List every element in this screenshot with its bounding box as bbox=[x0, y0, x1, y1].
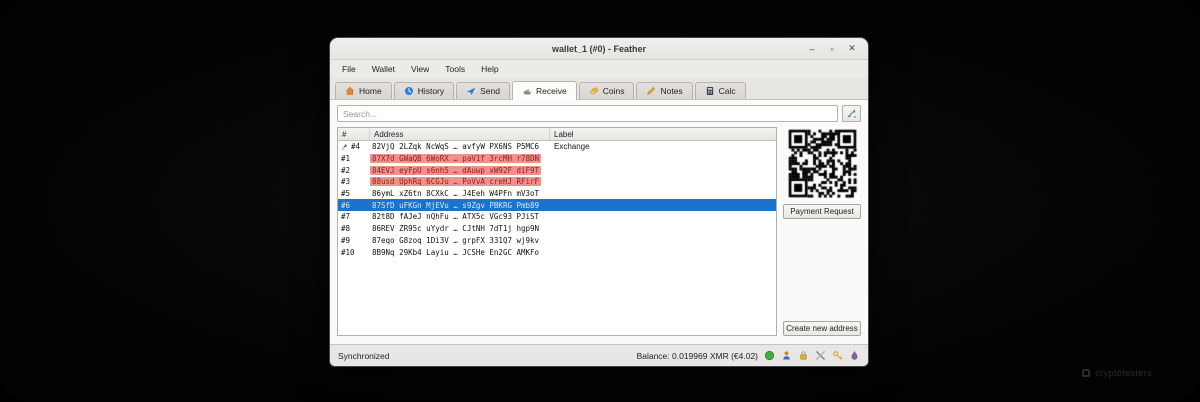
qr-code bbox=[786, 127, 859, 200]
label-cell: Exchange bbox=[550, 142, 776, 151]
menu-wallet[interactable]: Wallet bbox=[364, 62, 403, 76]
address-row[interactable]: #1 87X7d GWaQB 6WoRX … paV1f 3rcMH r78DN bbox=[338, 153, 776, 165]
address-index: #5 bbox=[341, 189, 350, 198]
header-address[interactable]: Address bbox=[370, 128, 550, 140]
menu-tools[interactable]: Tools bbox=[437, 62, 473, 76]
receive-main: # Address Label #4 82VjQ 2LZqk NcWqS … a… bbox=[337, 127, 861, 336]
account-icon[interactable] bbox=[781, 350, 792, 361]
address-row[interactable]: #5 86ymL xZ6tn 8CXkC … J4Eeh W4PFn mV3oT bbox=[338, 188, 776, 200]
home-icon bbox=[345, 86, 355, 96]
menu-help[interactable]: Help bbox=[473, 62, 506, 76]
receive-icon bbox=[522, 86, 532, 96]
address-cell: 87eqo G8zoq 1Di3V … grpFX 331Q7 wj9kv bbox=[370, 236, 550, 245]
sync-status: Synchronized bbox=[338, 351, 390, 361]
history-icon bbox=[404, 86, 414, 96]
address-cell: 87SfD uFKGn MjEVu … s9Zgv PBKRG Pmb89 bbox=[370, 201, 550, 210]
menu-view[interactable]: View bbox=[403, 62, 437, 76]
address-row-selected[interactable]: #6 87SfD uFKGn MjEVu … s9Zgv PBKRG Pmb89 bbox=[338, 199, 776, 211]
tab-notes[interactable]: Notes bbox=[636, 82, 692, 99]
address-row[interactable]: #10 8B9Nq 29Kb4 Layiu … JCSHe En2GC AMKF… bbox=[338, 246, 776, 258]
minimize-button[interactable]: – bbox=[804, 42, 820, 56]
address-index: #1 bbox=[341, 154, 350, 163]
address-cell: 8B9Nq 29Kb4 Layiu … JCSHe En2GC AMKFo bbox=[370, 248, 550, 257]
address-row[interactable]: #2 84EVJ eyFpU s6nh5 … dAuwp xW92F diF9T bbox=[338, 164, 776, 176]
address-cell: 82t8D fAJeJ nQhFu … ATX5c VGc93 PJiST bbox=[370, 212, 550, 221]
address-row[interactable]: #7 82t8D fAJeJ nQhFu … ATX5c VGc93 PJiST bbox=[338, 211, 776, 223]
address-index: #6 bbox=[341, 201, 350, 210]
notes-icon bbox=[646, 86, 656, 96]
address-cell: 82VjQ 2LZqk NcWqS … avfyW PX6NS P5MC6 bbox=[370, 142, 550, 151]
tools-icon[interactable] bbox=[815, 350, 826, 361]
qr-panel: Payment Request Create new address bbox=[783, 127, 861, 336]
address-index: #10 bbox=[341, 248, 355, 257]
window-controls: – ▫ ✕ bbox=[804, 42, 868, 56]
tab-send[interactable]: Send bbox=[456, 82, 510, 99]
address-row[interactable]: #4 82VjQ 2LZqk NcWqS … avfyW PX6NS P5MC6… bbox=[338, 141, 776, 153]
table-header: # Address Label bbox=[338, 128, 776, 141]
tor-onion-icon[interactable] bbox=[849, 350, 860, 361]
header-label[interactable]: Label bbox=[550, 128, 776, 140]
lock-icon[interactable] bbox=[798, 350, 809, 361]
tab-home[interactable]: Home bbox=[335, 82, 392, 99]
address-index: #4 bbox=[351, 142, 360, 151]
adjust-icon bbox=[846, 108, 857, 119]
watermark-text: cryptotesters bbox=[1095, 368, 1152, 378]
coins-icon bbox=[589, 86, 599, 96]
close-button[interactable]: ✕ bbox=[844, 42, 860, 56]
statusbar: Synchronized Balance: 0.019969 XMR (€4.0… bbox=[330, 344, 868, 366]
create-new-address-button[interactable]: Create new address bbox=[783, 321, 861, 336]
send-icon bbox=[466, 86, 476, 96]
receive-page: # Address Label #4 82VjQ 2LZqk NcWqS … a… bbox=[330, 100, 868, 344]
search-input[interactable] bbox=[337, 105, 838, 122]
address-index: #7 bbox=[341, 212, 350, 221]
window-title: wallet_1 (#0) - Feather bbox=[330, 44, 868, 54]
search-row bbox=[337, 105, 861, 122]
maximize-button[interactable]: ▫ bbox=[824, 42, 840, 56]
tabbar: Home History Send Receive Coins Notes Ca… bbox=[330, 78, 868, 100]
statusbar-right: Balance: 0.019969 XMR (€4.02) bbox=[637, 350, 860, 361]
address-row[interactable]: #3 88usd UphRq 6CGJu … PoVvA creHJ RFirF bbox=[338, 176, 776, 188]
address-index: #9 bbox=[341, 236, 350, 245]
watermark: cryptotesters bbox=[1082, 368, 1152, 378]
key-icon[interactable] bbox=[832, 350, 843, 361]
search-options-button[interactable] bbox=[842, 105, 861, 122]
payment-request-button[interactable]: Payment Request bbox=[783, 204, 861, 219]
address-row[interactable]: #9 87eqo G8zoq 1Di3V … grpFX 331Q7 wj9kv bbox=[338, 235, 776, 247]
address-cell: 88usd UphRq 6CGJu … PoVvA creHJ RFirF bbox=[370, 177, 550, 186]
tab-history[interactable]: History bbox=[394, 82, 454, 99]
status-dot-icon[interactable] bbox=[764, 350, 775, 361]
pin-icon bbox=[341, 143, 349, 151]
balance-text: Balance: 0.019969 XMR (€4.02) bbox=[637, 351, 758, 361]
feather-wallet-window: wallet_1 (#0) - Feather – ▫ ✕ File Walle… bbox=[330, 38, 868, 366]
menubar: File Wallet View Tools Help bbox=[330, 60, 868, 78]
tab-calc[interactable]: Calc bbox=[695, 82, 746, 99]
tab-receive[interactable]: Receive bbox=[512, 81, 577, 100]
tab-coins[interactable]: Coins bbox=[579, 82, 635, 99]
panel-spacer bbox=[783, 219, 861, 321]
titlebar[interactable]: wallet_1 (#0) - Feather – ▫ ✕ bbox=[330, 38, 868, 60]
address-index: #2 bbox=[341, 166, 350, 175]
address-cell: 86ymL xZ6tn 8CXkC … J4Eeh W4PFn mV3oT bbox=[370, 189, 550, 198]
menu-file[interactable]: File bbox=[334, 62, 364, 76]
address-table: # Address Label #4 82VjQ 2LZqk NcWqS … a… bbox=[337, 127, 777, 336]
watermark-logo-icon bbox=[1082, 369, 1090, 377]
header-index[interactable]: # bbox=[338, 128, 370, 140]
address-cell: 87X7d GWaQB 6WoRX … paV1f 3rcMH r78DN bbox=[370, 154, 550, 163]
calc-icon bbox=[705, 86, 715, 96]
address-cell: 84EVJ eyFpU s6nh5 … dAuwp xW92F diF9T bbox=[370, 166, 550, 175]
address-row[interactable]: #8 86REV ZR95c uYydr … CJtNH 7dT1j hgp9N bbox=[338, 223, 776, 235]
address-cell: 86REV ZR95c uYydr … CJtNH 7dT1j hgp9N bbox=[370, 224, 550, 233]
address-index: #8 bbox=[341, 224, 350, 233]
address-index: #3 bbox=[341, 177, 350, 186]
